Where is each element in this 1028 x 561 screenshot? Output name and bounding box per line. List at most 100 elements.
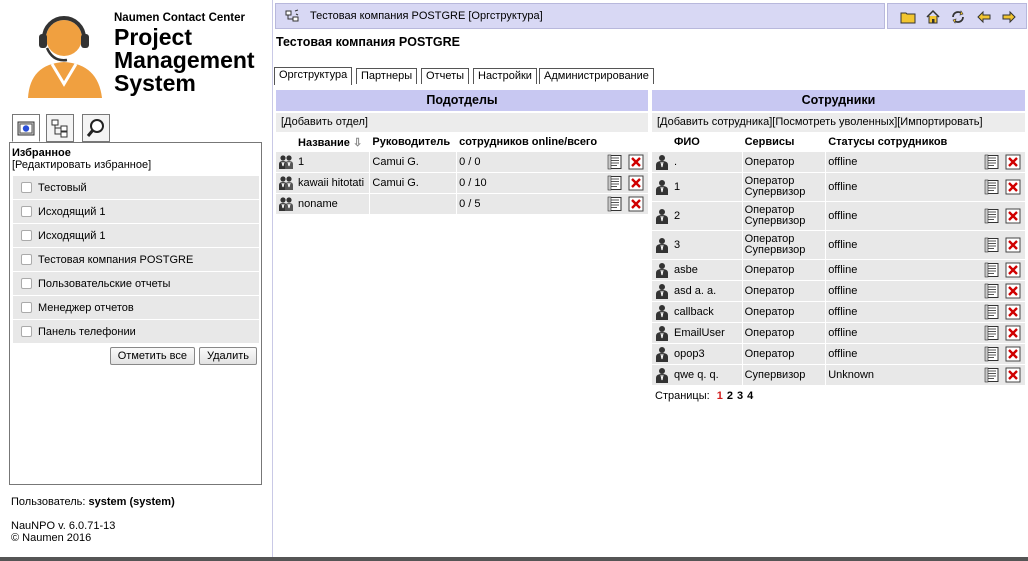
delete-icon[interactable] (1005, 179, 1021, 195)
column-header-services[interactable]: Сервисы (741, 133, 826, 151)
favorite-checkbox[interactable] (21, 326, 32, 337)
favorite-item[interactable]: Панель телефонии (13, 320, 259, 344)
table-row[interactable]: 1 Оператор Супервизор offline (652, 173, 1025, 201)
edit-icon[interactable] (984, 208, 1000, 224)
favorite-item[interactable]: Тестовая компания POSTGRE (13, 248, 259, 272)
add-subdivision-link[interactable]: [Добавить отдел] (276, 113, 648, 132)
table-row[interactable]: asbe Оператор offline (652, 260, 1025, 280)
delete-icon[interactable] (1005, 346, 1021, 362)
edit-icon[interactable] (984, 262, 1000, 278)
favorite-checkbox[interactable] (21, 206, 32, 217)
favorite-checkbox[interactable] (21, 278, 32, 289)
home-icon[interactable] (925, 9, 941, 25)
favorite-checkbox[interactable] (21, 302, 32, 313)
column-header-count[interactable]: сотрудников online/всего (456, 133, 606, 151)
folder-icon[interactable] (900, 9, 916, 25)
tab-orgstructure[interactable]: Оргструктура (274, 67, 353, 85)
favorite-label[interactable]: Менеджер отчетов (38, 302, 134, 314)
column-header-head[interactable]: Руководитель (369, 133, 457, 151)
tab-reports[interactable]: Отчеты (421, 68, 470, 84)
favorites-tab[interactable] (12, 114, 40, 142)
table-row[interactable]: 1 Camui G. 0 / 0 (276, 152, 648, 172)
edit-icon[interactable] (984, 346, 1000, 362)
employee-name[interactable]: EmailUser (672, 323, 742, 343)
employee-name[interactable]: . (672, 152, 742, 172)
delete-icon[interactable] (628, 175, 644, 191)
mark-all-button[interactable]: Отметить все (109, 347, 195, 365)
page-link[interactable]: 1 (717, 390, 723, 402)
table-row[interactable]: 2 Оператор Супервизор offline (652, 202, 1025, 230)
favorite-checkbox[interactable] (21, 230, 32, 241)
page-link[interactable]: 4 (747, 390, 753, 402)
edit-icon[interactable] (607, 196, 623, 212)
employee-name[interactable]: 3 (672, 231, 742, 259)
employee-name[interactable]: qwe q. q. (672, 365, 742, 385)
edit-icon[interactable] (984, 179, 1000, 195)
favorite-item[interactable]: Менеджер отчетов (13, 296, 259, 320)
favorite-label[interactable]: Исходящий 1 (38, 230, 106, 242)
favorite-label[interactable]: Тестовая компания POSTGRE (38, 254, 193, 266)
favorite-label[interactable]: Панель телефонии (38, 326, 136, 338)
edit-icon[interactable] (984, 304, 1000, 320)
delete-icon[interactable] (628, 154, 644, 170)
column-header-name[interactable]: Название ⇩ (296, 133, 370, 151)
delete-icon[interactable] (1005, 304, 1021, 320)
favorite-item[interactable]: Исходящий 1 (13, 200, 259, 224)
favorite-label[interactable]: Исходящий 1 (38, 206, 106, 218)
tab-administration[interactable]: Администрирование (539, 68, 654, 84)
delete-icon[interactable] (628, 196, 644, 212)
column-header-statuses[interactable]: Статусы сотрудников (825, 133, 983, 151)
table-row[interactable]: . Оператор offline (652, 152, 1025, 172)
refresh-icon[interactable] (950, 9, 966, 25)
edit-icon[interactable] (984, 367, 1000, 383)
employee-name[interactable]: asd a. a. (672, 281, 742, 301)
employee-name[interactable]: 2 (672, 202, 742, 230)
page-link[interactable]: 2 (727, 390, 733, 402)
back-arrow-icon[interactable] (976, 9, 992, 25)
employee-name[interactable]: 1 (672, 173, 742, 201)
favorite-checkbox[interactable] (21, 182, 32, 193)
delete-icon[interactable] (1005, 367, 1021, 383)
table-row[interactable]: opop3 Оператор offline (652, 344, 1025, 364)
subdivision-name[interactable]: noname (296, 194, 370, 214)
employee-actions-links[interactable]: [Добавить сотрудника][Посмотреть уволенн… (652, 113, 1025, 132)
delete-icon[interactable] (1005, 262, 1021, 278)
edit-icon[interactable] (984, 237, 1000, 253)
delete-icon[interactable] (1005, 325, 1021, 341)
table-row[interactable]: noname 0 / 5 (276, 194, 648, 214)
table-row[interactable]: qwe q. q. Супервизор Unknown (652, 365, 1025, 385)
edit-icon[interactable] (984, 154, 1000, 170)
delete-icon[interactable] (1005, 154, 1021, 170)
table-row[interactable]: asd a. a. Оператор offline (652, 281, 1025, 301)
favorite-label[interactable]: Тестовый (38, 182, 87, 194)
subdivision-name[interactable]: kawaii hitotati (296, 173, 370, 193)
delete-icon[interactable] (1005, 237, 1021, 253)
favorite-item[interactable]: Тестовый (13, 176, 259, 200)
favorite-item[interactable]: Исходящий 1 (13, 224, 259, 248)
edit-icon[interactable] (607, 175, 623, 191)
structure-tab[interactable] (46, 114, 74, 142)
edit-icon[interactable] (984, 325, 1000, 341)
employee-name[interactable]: asbe (672, 260, 742, 280)
delete-icon[interactable] (1005, 283, 1021, 299)
favorite-checkbox[interactable] (21, 254, 32, 265)
table-row[interactable]: EmailUser Оператор offline (652, 323, 1025, 343)
column-header-fio[interactable]: ФИО (672, 133, 742, 151)
favorite-label[interactable]: Пользовательские отчеты (38, 278, 170, 290)
sort-down-icon[interactable]: ⇩ (353, 137, 362, 149)
edit-favorites-link[interactable]: [Редактировать избранное] (12, 159, 151, 171)
subdivision-name[interactable]: 1 (296, 152, 370, 172)
tab-settings[interactable]: Настройки (473, 68, 537, 84)
forward-arrow-icon[interactable] (1001, 9, 1017, 25)
table-row[interactable]: 3 Оператор Супервизор offline (652, 231, 1025, 259)
tab-partners[interactable]: Партнеры (356, 68, 418, 84)
table-row[interactable]: kawaii hitotati Camui G. 0 / 10 (276, 173, 648, 193)
edit-icon[interactable] (607, 154, 623, 170)
delete-icon[interactable] (1005, 208, 1021, 224)
delete-button[interactable]: Удалить (199, 347, 257, 365)
employee-name[interactable]: opop3 (672, 344, 742, 364)
table-row[interactable]: callback Оператор offline (652, 302, 1025, 322)
edit-icon[interactable] (984, 283, 1000, 299)
page-link[interactable]: 3 (737, 390, 743, 402)
search-tab[interactable] (82, 114, 110, 142)
